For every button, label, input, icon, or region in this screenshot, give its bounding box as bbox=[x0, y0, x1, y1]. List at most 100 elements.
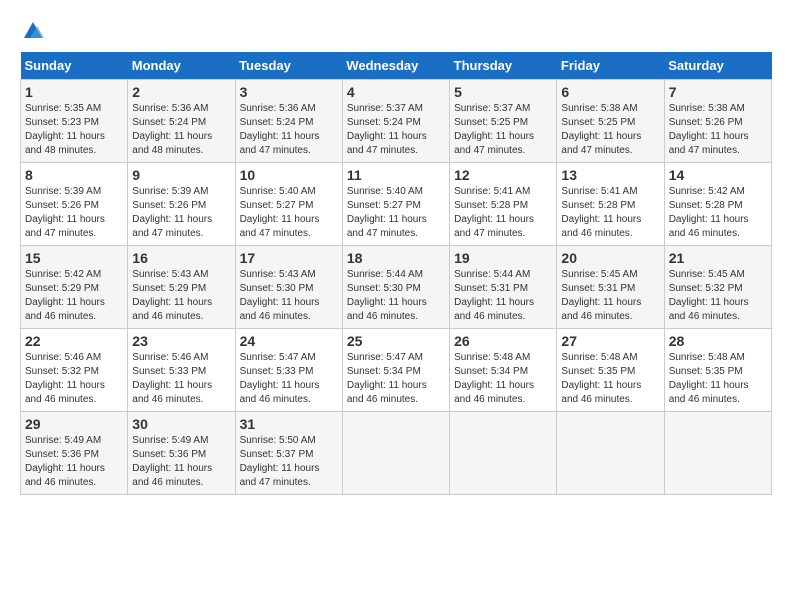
day-number: 9 bbox=[132, 167, 230, 183]
calendar-cell: 10 Sunrise: 5:40 AM Sunset: 5:27 PM Dayl… bbox=[235, 163, 342, 246]
column-header-wednesday: Wednesday bbox=[342, 52, 449, 80]
day-number: 2 bbox=[132, 84, 230, 100]
day-info: Sunrise: 5:49 AM Sunset: 5:36 PM Dayligh… bbox=[25, 434, 123, 490]
calendar-week-row: 29 Sunrise: 5:49 AM Sunset: 5:36 PM Dayl… bbox=[21, 412, 772, 495]
day-info: Sunrise: 5:37 AM Sunset: 5:24 PM Dayligh… bbox=[347, 102, 445, 158]
calendar-cell: 4 Sunrise: 5:37 AM Sunset: 5:24 PM Dayli… bbox=[342, 80, 449, 163]
calendar-cell bbox=[342, 412, 449, 495]
calendar-cell: 14 Sunrise: 5:42 AM Sunset: 5:28 PM Dayl… bbox=[664, 163, 771, 246]
calendar-cell: 11 Sunrise: 5:40 AM Sunset: 5:27 PM Dayl… bbox=[342, 163, 449, 246]
day-info: Sunrise: 5:38 AM Sunset: 5:26 PM Dayligh… bbox=[669, 102, 767, 158]
calendar-cell: 19 Sunrise: 5:44 AM Sunset: 5:31 PM Dayl… bbox=[450, 246, 557, 329]
day-number: 22 bbox=[25, 333, 123, 349]
day-number: 28 bbox=[669, 333, 767, 349]
calendar-cell: 24 Sunrise: 5:47 AM Sunset: 5:33 PM Dayl… bbox=[235, 329, 342, 412]
day-number: 7 bbox=[669, 84, 767, 100]
calendar-cell: 27 Sunrise: 5:48 AM Sunset: 5:35 PM Dayl… bbox=[557, 329, 664, 412]
day-number: 11 bbox=[347, 167, 445, 183]
day-number: 26 bbox=[454, 333, 552, 349]
day-info: Sunrise: 5:45 AM Sunset: 5:31 PM Dayligh… bbox=[561, 268, 659, 324]
day-number: 14 bbox=[669, 167, 767, 183]
day-number: 8 bbox=[25, 167, 123, 183]
day-number: 31 bbox=[240, 416, 338, 432]
day-info: Sunrise: 5:40 AM Sunset: 5:27 PM Dayligh… bbox=[347, 185, 445, 241]
day-number: 3 bbox=[240, 84, 338, 100]
calendar-cell: 18 Sunrise: 5:44 AM Sunset: 5:30 PM Dayl… bbox=[342, 246, 449, 329]
calendar-cell: 6 Sunrise: 5:38 AM Sunset: 5:25 PM Dayli… bbox=[557, 80, 664, 163]
calendar-cell: 9 Sunrise: 5:39 AM Sunset: 5:26 PM Dayli… bbox=[128, 163, 235, 246]
calendar-cell bbox=[450, 412, 557, 495]
calendar-cell: 1 Sunrise: 5:35 AM Sunset: 5:23 PM Dayli… bbox=[21, 80, 128, 163]
day-info: Sunrise: 5:46 AM Sunset: 5:33 PM Dayligh… bbox=[132, 351, 230, 407]
page-header bbox=[20, 20, 772, 42]
logo-icon bbox=[22, 20, 44, 42]
day-number: 15 bbox=[25, 250, 123, 266]
calendar-cell bbox=[557, 412, 664, 495]
calendar-cell: 2 Sunrise: 5:36 AM Sunset: 5:24 PM Dayli… bbox=[128, 80, 235, 163]
day-number: 23 bbox=[132, 333, 230, 349]
day-number: 10 bbox=[240, 167, 338, 183]
calendar-week-row: 1 Sunrise: 5:35 AM Sunset: 5:23 PM Dayli… bbox=[21, 80, 772, 163]
day-number: 1 bbox=[25, 84, 123, 100]
calendar-cell: 28 Sunrise: 5:48 AM Sunset: 5:35 PM Dayl… bbox=[664, 329, 771, 412]
column-header-saturday: Saturday bbox=[664, 52, 771, 80]
calendar-cell: 7 Sunrise: 5:38 AM Sunset: 5:26 PM Dayli… bbox=[664, 80, 771, 163]
calendar-header-row: SundayMondayTuesdayWednesdayThursdayFrid… bbox=[21, 52, 772, 80]
day-info: Sunrise: 5:47 AM Sunset: 5:34 PM Dayligh… bbox=[347, 351, 445, 407]
day-info: Sunrise: 5:41 AM Sunset: 5:28 PM Dayligh… bbox=[454, 185, 552, 241]
calendar-cell: 20 Sunrise: 5:45 AM Sunset: 5:31 PM Dayl… bbox=[557, 246, 664, 329]
calendar-cell: 15 Sunrise: 5:42 AM Sunset: 5:29 PM Dayl… bbox=[21, 246, 128, 329]
calendar-cell: 25 Sunrise: 5:47 AM Sunset: 5:34 PM Dayl… bbox=[342, 329, 449, 412]
day-info: Sunrise: 5:49 AM Sunset: 5:36 PM Dayligh… bbox=[132, 434, 230, 490]
logo bbox=[20, 20, 44, 42]
day-number: 13 bbox=[561, 167, 659, 183]
calendar-week-row: 15 Sunrise: 5:42 AM Sunset: 5:29 PM Dayl… bbox=[21, 246, 772, 329]
day-info: Sunrise: 5:46 AM Sunset: 5:32 PM Dayligh… bbox=[25, 351, 123, 407]
calendar-week-row: 22 Sunrise: 5:46 AM Sunset: 5:32 PM Dayl… bbox=[21, 329, 772, 412]
day-info: Sunrise: 5:48 AM Sunset: 5:35 PM Dayligh… bbox=[561, 351, 659, 407]
day-info: Sunrise: 5:38 AM Sunset: 5:25 PM Dayligh… bbox=[561, 102, 659, 158]
column-header-sunday: Sunday bbox=[21, 52, 128, 80]
day-number: 12 bbox=[454, 167, 552, 183]
calendar-table: SundayMondayTuesdayWednesdayThursdayFrid… bbox=[20, 52, 772, 495]
calendar-cell: 8 Sunrise: 5:39 AM Sunset: 5:26 PM Dayli… bbox=[21, 163, 128, 246]
calendar-cell: 21 Sunrise: 5:45 AM Sunset: 5:32 PM Dayl… bbox=[664, 246, 771, 329]
day-number: 6 bbox=[561, 84, 659, 100]
day-info: Sunrise: 5:40 AM Sunset: 5:27 PM Dayligh… bbox=[240, 185, 338, 241]
calendar-cell: 29 Sunrise: 5:49 AM Sunset: 5:36 PM Dayl… bbox=[21, 412, 128, 495]
day-info: Sunrise: 5:48 AM Sunset: 5:34 PM Dayligh… bbox=[454, 351, 552, 407]
day-number: 25 bbox=[347, 333, 445, 349]
day-info: Sunrise: 5:44 AM Sunset: 5:30 PM Dayligh… bbox=[347, 268, 445, 324]
calendar-cell: 13 Sunrise: 5:41 AM Sunset: 5:28 PM Dayl… bbox=[557, 163, 664, 246]
column-header-monday: Monday bbox=[128, 52, 235, 80]
calendar-week-row: 8 Sunrise: 5:39 AM Sunset: 5:26 PM Dayli… bbox=[21, 163, 772, 246]
day-number: 30 bbox=[132, 416, 230, 432]
calendar-cell: 26 Sunrise: 5:48 AM Sunset: 5:34 PM Dayl… bbox=[450, 329, 557, 412]
day-number: 27 bbox=[561, 333, 659, 349]
day-info: Sunrise: 5:44 AM Sunset: 5:31 PM Dayligh… bbox=[454, 268, 552, 324]
day-info: Sunrise: 5:43 AM Sunset: 5:30 PM Dayligh… bbox=[240, 268, 338, 324]
calendar-cell bbox=[664, 412, 771, 495]
calendar-cell: 22 Sunrise: 5:46 AM Sunset: 5:32 PM Dayl… bbox=[21, 329, 128, 412]
day-info: Sunrise: 5:50 AM Sunset: 5:37 PM Dayligh… bbox=[240, 434, 338, 490]
calendar-cell: 31 Sunrise: 5:50 AM Sunset: 5:37 PM Dayl… bbox=[235, 412, 342, 495]
day-info: Sunrise: 5:35 AM Sunset: 5:23 PM Dayligh… bbox=[25, 102, 123, 158]
day-number: 16 bbox=[132, 250, 230, 266]
day-info: Sunrise: 5:42 AM Sunset: 5:28 PM Dayligh… bbox=[669, 185, 767, 241]
day-number: 29 bbox=[25, 416, 123, 432]
day-number: 5 bbox=[454, 84, 552, 100]
column-header-thursday: Thursday bbox=[450, 52, 557, 80]
column-header-friday: Friday bbox=[557, 52, 664, 80]
day-number: 19 bbox=[454, 250, 552, 266]
day-number: 4 bbox=[347, 84, 445, 100]
day-info: Sunrise: 5:37 AM Sunset: 5:25 PM Dayligh… bbox=[454, 102, 552, 158]
day-info: Sunrise: 5:39 AM Sunset: 5:26 PM Dayligh… bbox=[25, 185, 123, 241]
day-number: 21 bbox=[669, 250, 767, 266]
calendar-cell: 5 Sunrise: 5:37 AM Sunset: 5:25 PM Dayli… bbox=[450, 80, 557, 163]
calendar-cell: 30 Sunrise: 5:49 AM Sunset: 5:36 PM Dayl… bbox=[128, 412, 235, 495]
day-info: Sunrise: 5:45 AM Sunset: 5:32 PM Dayligh… bbox=[669, 268, 767, 324]
day-info: Sunrise: 5:39 AM Sunset: 5:26 PM Dayligh… bbox=[132, 185, 230, 241]
day-info: Sunrise: 5:43 AM Sunset: 5:29 PM Dayligh… bbox=[132, 268, 230, 324]
calendar-cell: 12 Sunrise: 5:41 AM Sunset: 5:28 PM Dayl… bbox=[450, 163, 557, 246]
day-info: Sunrise: 5:36 AM Sunset: 5:24 PM Dayligh… bbox=[240, 102, 338, 158]
